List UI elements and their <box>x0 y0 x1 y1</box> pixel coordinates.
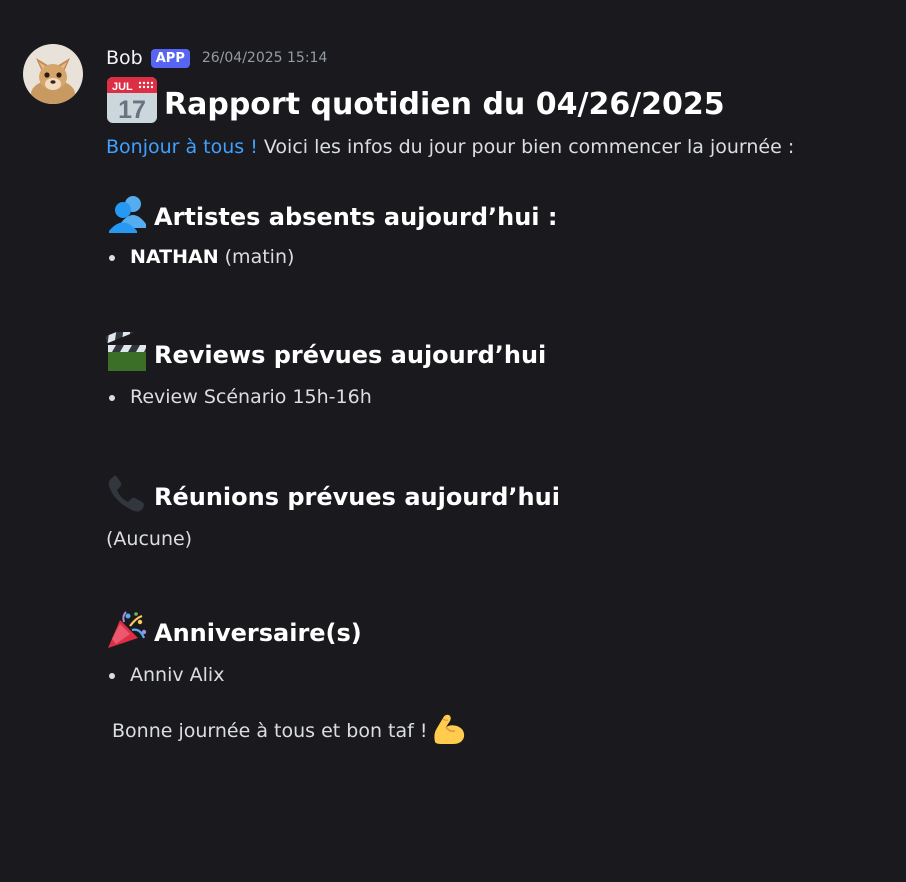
report-title: JUL 17 Rapport quotidien du 04/26/2025 <box>106 77 886 124</box>
birthdays-list: Anniv Alix <box>106 662 886 688</box>
avatar[interactable] <box>23 44 83 104</box>
section-heading-birthdays: Anniversaire(s) <box>106 611 886 650</box>
section-heading-meetings: Réunions prévues aujourd’hui <box>106 475 886 514</box>
list-item: NATHAN (matin) <box>106 244 886 270</box>
telephone-receiver-icon <box>106 474 148 520</box>
section-heading-text: Anniversaire(s) <box>154 619 362 647</box>
message: Bob APP 26/04/2025 15:14 JUL 17 Rapport … <box>105 44 886 748</box>
message-header: Bob APP 26/04/2025 15:14 <box>106 44 886 72</box>
reviews-list: Review Scénario 15h-16h <box>106 384 886 410</box>
section-heading-text: Reviews prévues aujourd’hui <box>154 341 547 369</box>
svg-text:JUL: JUL <box>112 81 133 93</box>
section-heading-text: Réunions prévues aujourd’hui <box>154 483 560 511</box>
timestamp[interactable]: 26/04/2025 15:14 <box>202 50 328 66</box>
closing-text: Bonne journée à tous et bon taf ! <box>112 720 428 742</box>
party-popper-icon <box>106 610 148 656</box>
greeting-link[interactable]: Bonjour à tous ! <box>106 136 258 158</box>
section-heading-text: Artistes absents aujourd’hui : <box>154 203 558 231</box>
list-item: Anniv Alix <box>106 662 886 688</box>
clapper-board-icon <box>105 322 148 378</box>
greeting: Bonjour à tous ! Voici les infos du jour… <box>106 134 886 160</box>
report-title-text: Rapport quotidien du 04/26/2025 <box>164 86 725 122</box>
meetings-none: (Aucune) <box>106 528 193 550</box>
list-item: Review Scénario 15h-16h <box>106 384 886 410</box>
busts-in-silhouette-icon <box>106 194 148 240</box>
artist-name: NATHAN <box>130 246 219 268</box>
flexed-biceps-icon <box>431 712 467 751</box>
section-heading-absents: Artistes absents aujourd’hui : <box>106 196 886 234</box>
author-name[interactable]: Bob <box>106 47 143 69</box>
chihuahua-avatar-image <box>23 44 83 104</box>
calendar-icon: JUL 17 <box>106 75 158 133</box>
absent-list: NATHAN (matin) <box>106 244 886 270</box>
closing-line: Bonne journée à tous et bon taf ! <box>106 714 886 748</box>
absence-detail: (matin) <box>218 246 295 268</box>
greeting-text: Voici les infos du jour pour bien commen… <box>257 136 795 158</box>
app-badge: APP <box>150 48 190 68</box>
svg-text:17: 17 <box>118 96 146 124</box>
section-heading-reviews: Reviews prévues aujourd’hui <box>105 322 886 372</box>
